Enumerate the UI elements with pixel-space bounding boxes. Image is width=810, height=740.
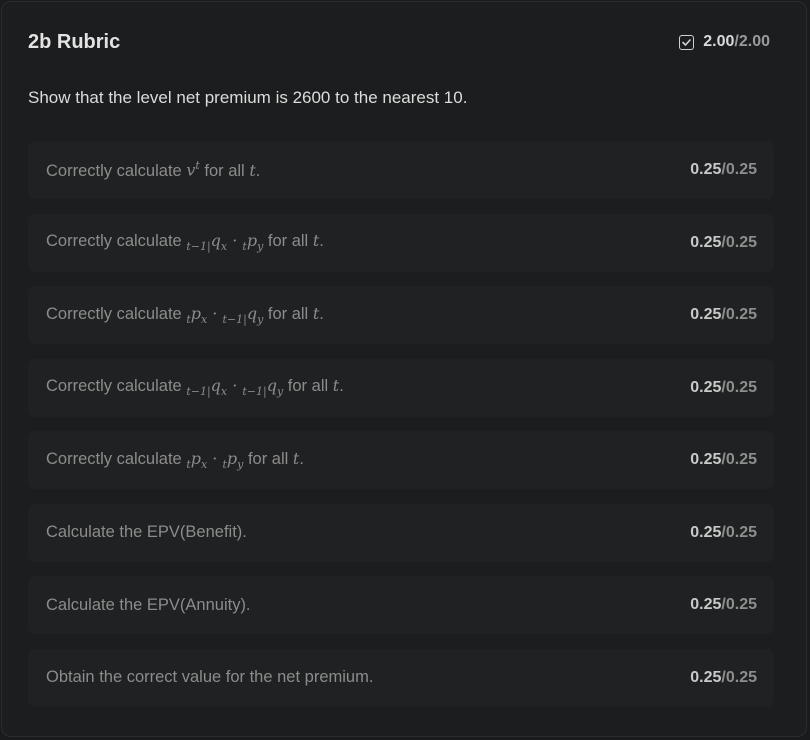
criterion-item: Correctly calculate vt for all t. 0.25/0… (28, 141, 774, 199)
rubric-header: 2b Rubric 2.00/2.00 (28, 28, 770, 56)
criterion-item: Obtain the correct value for the net pre… (28, 648, 774, 707)
criterion-score: 0.25/0.25 (690, 233, 757, 251)
criterion-item: Calculate the EPV(Benefit). 0.25/0.25 (28, 503, 774, 562)
criterion-text: Obtain the correct value for the net pre… (46, 668, 374, 686)
question-prompt: Show that the level net premium is 2600 … (28, 88, 468, 107)
criterion-formula: vt (186, 159, 200, 180)
total-score: 2.00/2.00 (679, 33, 770, 51)
criterion-score: 0.25/0.25 (690, 306, 757, 323)
total-score-value: 2.00/2.00 (703, 33, 770, 50)
criterion-formula: t−1|qx · tpy (186, 231, 264, 254)
criterion-score: 0.25/0.25 (690, 161, 757, 178)
rubric-panel: 2b Rubric 2.00/2.00 Show that the level … (1, 1, 807, 737)
criterion-text: Calculate the EPV(Annuity). (46, 595, 251, 614)
criterion-formula: tpx · tpy (186, 448, 244, 472)
criterion-item: Calculate the EPV(Annuity). 0.25/0.25 (28, 576, 774, 634)
criterion-text: Calculate the EPV(Benefit). (46, 523, 247, 541)
criterion-formula: tpx · t−1|qy (186, 303, 264, 327)
criterion-item: Correctly calculate t−1|qx · t−1|qy for … (28, 358, 774, 417)
criterion-score: 0.25/0.25 (690, 378, 757, 396)
rubric-title: 2b Rubric (28, 30, 121, 53)
criterion-score: 0.25/0.25 (690, 451, 757, 468)
criterion-item: Correctly calculate tpx · t−1|qy for all… (28, 286, 774, 344)
criterion-text: Correctly calculate tpx · tpy for all t. (46, 448, 304, 472)
criterion-score: 0.25/0.25 (690, 596, 757, 613)
criterion-score: 0.25/0.25 (690, 668, 757, 686)
checkbox-checked-icon (679, 34, 695, 50)
criterion-text: Correctly calculate tpx · t−1|qy for all… (46, 303, 324, 327)
criterion-score: 0.25/0.25 (690, 523, 757, 541)
criterion-item: Correctly calculate tpx · tpy for all t.… (28, 431, 774, 489)
criterion-text: Correctly calculate vt for all t. (46, 159, 261, 180)
criterion-text: Correctly calculate t−1|qx · t−1|qy for … (46, 376, 344, 399)
criteria-list: Correctly calculate vt for all t. 0.25/0… (28, 141, 774, 721)
criterion-formula: t−1|qx · t−1|qy (186, 376, 284, 399)
criterion-text: Correctly calculate t−1|qx · tpy for all… (46, 231, 324, 254)
criterion-item: Correctly calculate t−1|qx · tpy for all… (28, 213, 774, 272)
